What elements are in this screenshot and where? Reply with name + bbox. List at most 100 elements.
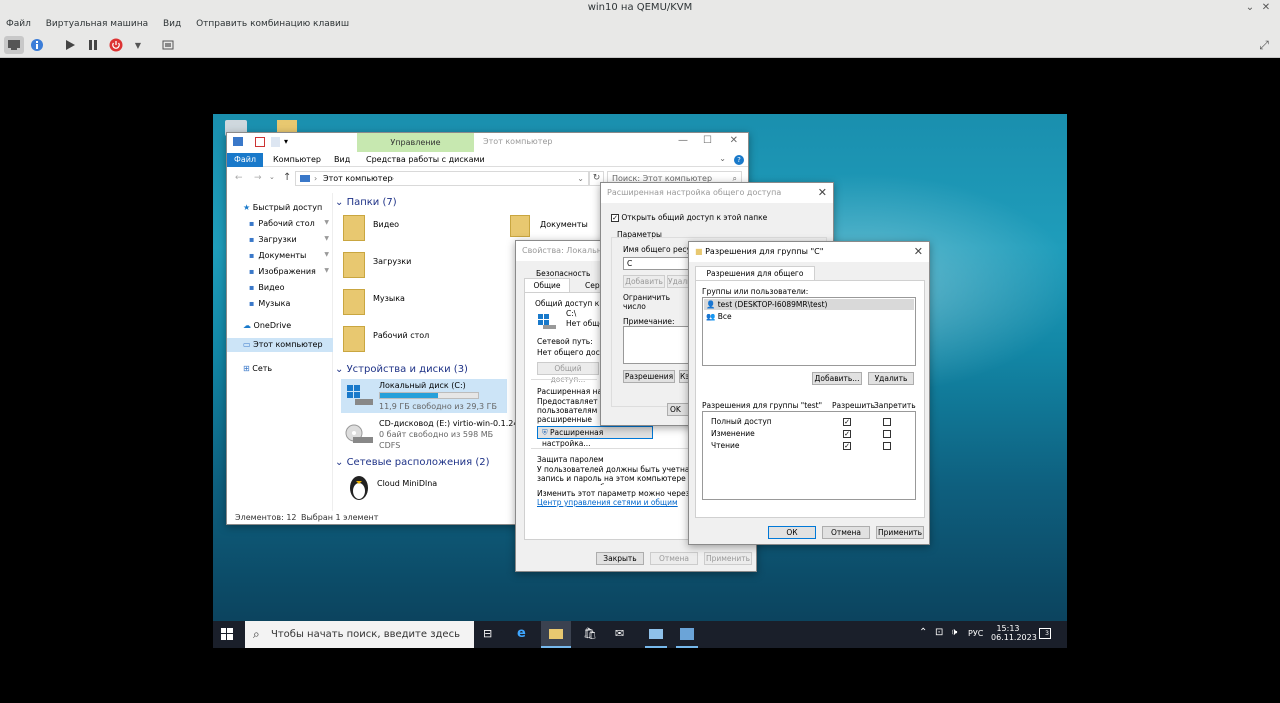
nav-this-pc[interactable]: ▭ Этот компьютер	[227, 338, 333, 352]
taskbar-search-input[interactable]: ⌕ Чтобы начать поиск, введите здесь запр…	[245, 621, 474, 648]
local-disk-item[interactable]: Локальный диск (C:) 11,9 ГБ свободно из …	[341, 379, 507, 413]
mail-icon[interactable]: ✉	[615, 627, 624, 640]
pin-icon[interactable]: ▼	[324, 235, 329, 242]
volume-icon[interactable]: 🕩	[951, 627, 957, 638]
tab-security[interactable]: Безопасность	[536, 269, 590, 278]
close-icon[interactable]: ✕	[818, 183, 827, 203]
group-devices[interactable]: ⌄ Устройства и диски (3)	[335, 364, 468, 375]
network-tray-icon[interactable]: ⊡	[935, 627, 943, 638]
tab-disk-tools[interactable]: Средства работы с дисками	[366, 155, 485, 164]
nav-item[interactable]: ▪ Документы ▼	[249, 251, 329, 260]
cancel-button[interactable]: Отмена	[650, 552, 698, 565]
clock[interactable]: 15:13 06.11.2023	[991, 624, 1037, 642]
address-bar[interactable]: › Этот компьютер › ⌄	[295, 171, 589, 186]
minimize-icon[interactable]: ⌄	[1244, 0, 1256, 16]
nav-quick-access[interactable]: ★ Быстрый доступ	[243, 203, 322, 212]
pin-icon[interactable]: ▼	[324, 219, 329, 226]
chevron-down-icon[interactable]: ⌄	[719, 154, 726, 163]
nav-item[interactable]: ▪ Изображения ▼	[249, 267, 329, 276]
deny-checkbox[interactable]	[883, 442, 891, 450]
tab-view[interactable]: Вид	[334, 155, 350, 164]
share-button[interactable]: Общий доступ...	[537, 362, 599, 384]
tab-general[interactable]: Общие	[524, 278, 570, 292]
nav-item[interactable]: ▪ Загрузки ▼	[249, 235, 329, 244]
console-icon[interactable]	[4, 36, 24, 54]
remove-user-button[interactable]: Удалить	[868, 372, 914, 385]
pin-icon[interactable]: ▼	[324, 267, 329, 274]
minimize-icon[interactable]: —	[678, 135, 688, 146]
chevron-down-icon[interactable]: ▼	[128, 36, 148, 54]
share-name-input[interactable]: C	[623, 257, 693, 270]
note-textarea[interactable]	[623, 326, 693, 364]
pin-icon[interactable]: ▼	[324, 251, 329, 258]
close-button[interactable]: Закрыть	[596, 552, 644, 565]
store-icon[interactable]: 🛍	[583, 627, 597, 640]
folder-item[interactable]: Рабочий стол	[343, 326, 493, 356]
properties-icon[interactable]	[255, 137, 265, 147]
group-network[interactable]: ⌄ Сетевые расположения (2)	[335, 457, 490, 468]
network-center-link[interactable]: Центр управления сетями и общим доступом	[537, 498, 678, 509]
chevron-up-icon[interactable]: ⌃	[919, 627, 927, 638]
group-folders[interactable]: ⌄ Папки (7)	[335, 197, 397, 208]
play-icon[interactable]	[60, 36, 80, 54]
maximize-icon[interactable]: ☐	[703, 135, 712, 146]
control-panel-task[interactable]	[645, 621, 667, 648]
edge-icon[interactable]: e	[517, 626, 526, 641]
help-icon[interactable]: ?	[734, 155, 744, 165]
apply-button[interactable]: Применить	[876, 526, 924, 539]
new-folder-icon[interactable]	[271, 137, 280, 147]
file-explorer-task[interactable]	[541, 621, 571, 648]
quick-access-dropdown-icon[interactable]: ▾	[284, 137, 288, 146]
forward-icon[interactable]: →	[254, 173, 262, 183]
allow-checkbox[interactable]: ✓	[843, 442, 851, 450]
power-icon[interactable]	[106, 36, 126, 54]
menu-vm[interactable]: Виртуальная машина	[46, 19, 148, 29]
fullscreen-icon[interactable]: ⤢	[1254, 36, 1274, 54]
address-dropdown-icon[interactable]: ⌄	[577, 172, 584, 185]
checkbox[interactable]: ✓	[611, 214, 619, 222]
folder-item[interactable]: Музыка	[343, 289, 493, 319]
menu-send-keys[interactable]: Отправить комбинацию клавиш	[196, 19, 349, 29]
windows-start-icon[interactable]	[221, 628, 233, 643]
user-item[interactable]: 👥 Все	[704, 311, 914, 322]
tab-share-permissions[interactable]: Разрешения для общего ресурса	[695, 266, 815, 291]
menu-view[interactable]: Вид	[163, 19, 181, 29]
tab-file[interactable]: Файл	[227, 153, 263, 167]
up-icon[interactable]: ↑	[283, 172, 291, 183]
vm-display[interactable]: ▾ Управление Этот компьютер — ☐ ✕ Файл К…	[213, 114, 1067, 648]
apply-button[interactable]: Применить	[704, 552, 752, 565]
menu-file[interactable]: Файл	[6, 19, 31, 29]
allow-checkbox[interactable]: ✓	[843, 430, 851, 438]
nav-item[interactable]: ▪ Рабочий стол ▼	[249, 219, 329, 228]
tab-computer[interactable]: Компьютер	[273, 155, 321, 164]
ribbon-manage-tab[interactable]: Управление	[357, 133, 474, 152]
folder-item[interactable]: Видео	[343, 215, 493, 245]
nav-onedrive[interactable]: ☁ OneDrive	[243, 321, 291, 330]
nav-item[interactable]: ▪ Видео	[249, 283, 329, 292]
network-settings-task[interactable]	[676, 621, 698, 648]
notification-icon[interactable]: 3	[1039, 628, 1051, 639]
language-indicator[interactable]: РУС	[968, 629, 983, 638]
recent-dropdown-icon[interactable]: ⌄	[269, 173, 275, 181]
close-icon[interactable]: ✕	[730, 135, 738, 146]
close-icon[interactable]: ✕	[1260, 0, 1272, 16]
share-folder-checkbox[interactable]: ✓ Открыть общий доступ к этой папке	[611, 213, 767, 222]
deny-checkbox[interactable]	[883, 418, 891, 426]
back-icon[interactable]: ←	[235, 173, 243, 183]
cancel-button[interactable]: Отмена	[822, 526, 870, 539]
pause-icon[interactable]	[83, 36, 103, 54]
info-icon[interactable]	[27, 36, 47, 54]
close-icon[interactable]: ✕	[914, 242, 923, 262]
user-item[interactable]: 👤 test (DESKTOP-I6089MR\test)	[704, 299, 914, 310]
allow-checkbox[interactable]: ✓	[843, 418, 851, 426]
nav-item[interactable]: ▪ Музыка	[249, 299, 329, 308]
deny-checkbox[interactable]	[883, 430, 891, 438]
screenshot-icon[interactable]	[158, 36, 178, 54]
task-view-icon[interactable]: ⊟	[483, 627, 492, 640]
permissions-button[interactable]: Разрешения	[623, 370, 675, 383]
advanced-sharing-button[interactable]: ⛨ Расширенная настройка...	[537, 426, 653, 448]
breadcrumb[interactable]: Этот компьютер	[323, 172, 392, 185]
folder-item[interactable]: Загрузки	[343, 252, 493, 282]
add-user-button[interactable]: Добавить...	[812, 372, 862, 385]
ok-button[interactable]: ОК	[768, 526, 816, 539]
